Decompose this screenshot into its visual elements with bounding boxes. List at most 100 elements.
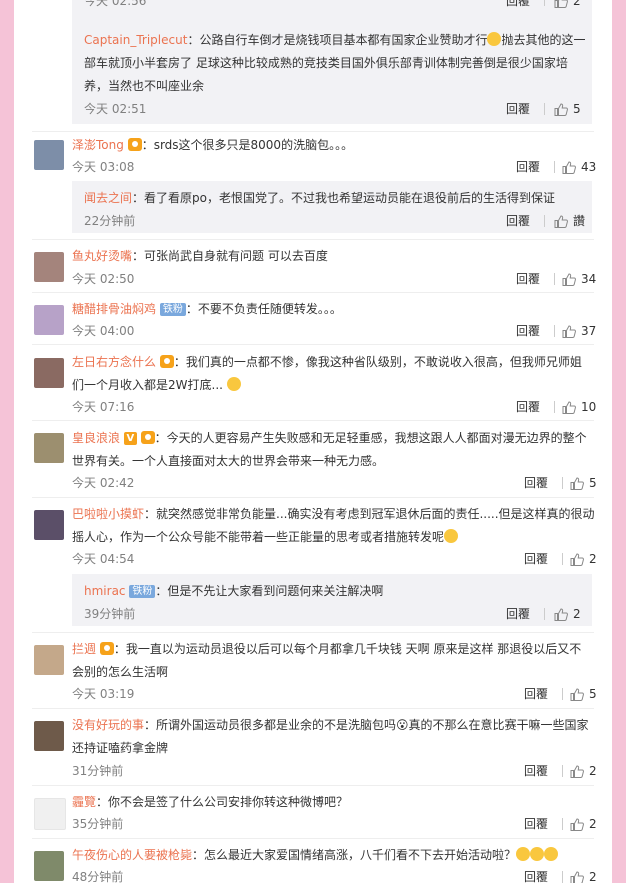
medal-icon — [99, 642, 114, 655]
reply-button[interactable]: 回覆 — [516, 322, 540, 340]
username[interactable]: 闻去之间 — [84, 191, 132, 205]
avatar[interactable] — [34, 433, 64, 463]
comment-line: 左日右方念什么 ：我们真的一点都不惨，像我这种省队级别，不敢说收入很高，但我师兄… — [72, 351, 582, 373]
reply-button[interactable]: 回覆 — [506, 0, 530, 10]
divider — [544, 215, 545, 227]
username[interactable]: 没有好玩的事 — [72, 718, 144, 732]
reply-button[interactable]: 回覆 — [506, 100, 530, 118]
username[interactable]: 鱼丸好烫嘴 — [72, 249, 132, 263]
like-button[interactable]: 34 — [562, 270, 596, 288]
comment-text: ：所谓外国运动员很多都是业余的不是洗脑包吗😮真的不那么在意比赛干嘛一些国家 — [144, 718, 589, 732]
like-button[interactable]: 10 — [562, 398, 596, 416]
reply-button[interactable]: 回覆 — [524, 815, 548, 833]
username[interactable]: 霾覽 — [72, 795, 96, 809]
reply-button[interactable]: 回覆 — [524, 550, 548, 568]
like-button[interactable]: 5 — [554, 100, 581, 118]
avatar[interactable] — [34, 851, 64, 881]
like-button[interactable]: 2 — [570, 868, 597, 883]
username[interactable]: hmirac — [84, 584, 126, 598]
divider — [562, 553, 563, 565]
reply-button[interactable]: 回覆 — [524, 762, 548, 780]
comment-line: 拦週 ：我一直以为运动员退役以后可以每个月都拿几千块钱 天啊 原来是这样 那退役… — [72, 638, 581, 660]
username[interactable]: 糖醋排骨油焖鸡 — [72, 302, 156, 316]
avatar[interactable] — [34, 721, 64, 751]
comment-text: ：我们真的一点都不惨，像我这种省队级别，不敢说收入很高，但我师兄师姐 — [173, 355, 582, 369]
like-count: 2 — [573, 0, 581, 8]
username[interactable]: 午夜伤心的人要被枪毙 — [72, 848, 192, 862]
comment-text: ：就突然感觉非常负能量...确实没有考虑到冠军退休后面的责任.....但是这样真… — [144, 507, 595, 521]
medal-icon — [140, 431, 155, 444]
like-button[interactable]: 5 — [570, 474, 597, 492]
like-button[interactable]: 2 — [570, 550, 597, 568]
like-count: 2 — [589, 870, 597, 883]
like-button[interactable]: 43 — [562, 158, 596, 176]
reply-button[interactable]: 回覆 — [506, 212, 530, 230]
avatar[interactable] — [34, 510, 64, 540]
reply-text: ：但是不先让大家看到问题何来关注解决啊 — [155, 584, 384, 598]
reply-text: ：看了看原po，老恨国党了。不过我也希望运动员能在退役前后的生活得到保证 — [132, 191, 555, 205]
avatar[interactable] — [34, 305, 64, 335]
divider — [562, 688, 563, 700]
thumbs-up-icon — [570, 477, 584, 490]
like-button[interactable]: 2 — [570, 815, 597, 833]
reply-time: 39分钟前 — [84, 607, 136, 621]
comment-time: 今天 02:42 — [72, 476, 135, 490]
like-button[interactable]: 2 — [554, 605, 581, 623]
reply-button[interactable]: 回覆 — [516, 398, 540, 416]
like-count: 2 — [573, 607, 581, 621]
row-divider — [32, 131, 594, 132]
like-count: 5 — [589, 687, 597, 701]
emoji-icon — [487, 32, 502, 46]
thumbs-up-icon — [554, 103, 568, 116]
username[interactable]: 皇良浪浪 — [72, 431, 120, 445]
comment-panel: 今天 02:56 回覆 2 Captain_Triplecut：公路自行车倒才是… — [14, 0, 612, 883]
reply-button[interactable]: 回覆 — [516, 158, 540, 176]
thumbs-up-icon — [562, 401, 576, 414]
emoji-icon — [444, 529, 459, 543]
reply-button[interactable]: 回覆 — [516, 270, 540, 288]
row-divider — [32, 497, 594, 498]
reply-line: Captain_Triplecut：公路自行车倒才是烧钱项目基本都有国家企业赞助… — [84, 29, 585, 51]
comment-text: ：可张尚武自身就有问题 可以去百度 — [132, 249, 328, 263]
username[interactable]: 左日右方念什么 — [72, 355, 156, 369]
thumbs-up-icon — [562, 273, 576, 286]
like-button[interactable]: 37 — [562, 322, 596, 340]
like-button[interactable]: 讚 — [554, 212, 585, 230]
like-count: 37 — [581, 324, 597, 338]
username[interactable]: 巴啦啦小摸虾 — [72, 507, 144, 521]
avatar[interactable] — [34, 798, 66, 830]
comment-line: 午夜伤心的人要被枪毙：怎么最近大家爱国情绪高涨，八千们看不下去开始活动啦？ — [72, 844, 559, 866]
comment-line: 摇人心，作为一个公众号能不能带着一些正能量的思考或者措施转发呢 — [72, 526, 459, 548]
comment-text: ：srds这个很多只是8000的洗脑包。。。 — [141, 138, 354, 152]
comment-line: 巴啦啦小摸虾：就突然感觉非常负能量...确实没有考虑到冠军退休后面的责任....… — [72, 503, 595, 525]
thumbs-up-icon — [570, 871, 584, 883]
avatar[interactable] — [34, 358, 64, 388]
comment-time: 今天 02:50 — [72, 272, 135, 286]
username[interactable]: 泽澎Tong — [72, 138, 124, 152]
like-button[interactable]: 2 — [570, 762, 597, 780]
like-button[interactable]: 5 — [570, 685, 597, 703]
row-divider — [32, 838, 594, 839]
row-divider — [32, 292, 594, 293]
emoji-icon — [544, 847, 559, 861]
comment-line: 们一个月收入都是2W打底... — [72, 374, 241, 396]
thumbs-up-icon — [554, 0, 568, 8]
reply-button[interactable]: 回覆 — [524, 685, 548, 703]
comment-time: 今天 07:16 — [72, 400, 135, 414]
comment-text: ：我一直以为运动员退役以后可以每个月都拿几千块钱 天啊 原来是这样 那退役以后又… — [113, 642, 582, 656]
like-button[interactable]: 2 — [554, 0, 581, 10]
username[interactable]: Captain_Triplecut — [84, 33, 187, 47]
avatar[interactable] — [34, 645, 64, 675]
avatar[interactable] — [34, 140, 64, 170]
medal-icon — [127, 138, 142, 151]
row-divider — [32, 420, 594, 421]
reply-button[interactable]: 回覆 — [524, 868, 548, 883]
reply-button[interactable]: 回覆 — [506, 605, 530, 623]
reply-text: 公路自行车倒才是烧钱项目基本都有国家企业赞助才行 — [199, 33, 488, 47]
avatar[interactable] — [34, 252, 64, 282]
username[interactable]: 拦週 — [72, 642, 96, 656]
comment-line: 没有好玩的事：所谓外国运动员很多都是业余的不是洗脑包吗😮真的不那么在意比赛干嘛一… — [72, 714, 589, 736]
like-count: 10 — [581, 400, 597, 414]
reply-button[interactable]: 回覆 — [524, 474, 548, 492]
reply-block: 今天 02:56 回覆 2 Captain_Triplecut：公路自行车倒才是… — [72, 0, 592, 124]
